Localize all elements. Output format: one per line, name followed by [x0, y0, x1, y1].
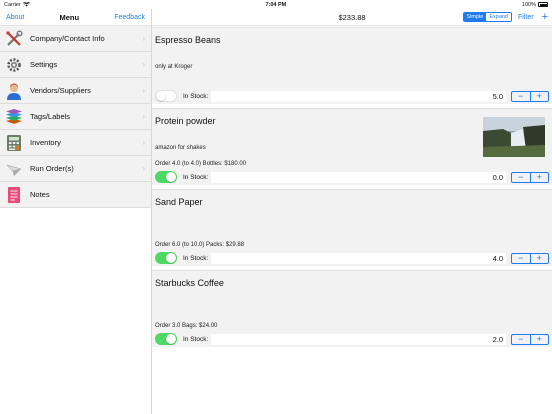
stock-input[interactable]: 5.0 — [211, 90, 506, 102]
menu-item-notes[interactable]: Notes — [0, 182, 151, 208]
chevron-right-icon: › — [142, 34, 145, 43]
stock-stepper: − + — [511, 252, 549, 264]
decrement-button[interactable]: − — [512, 172, 531, 182]
menu-item-run-orders[interactable]: Run Order(s) › — [0, 156, 151, 182]
chevron-right-icon: › — [142, 86, 145, 95]
calculator-icon — [4, 133, 24, 153]
menu-item-company-contact-info[interactable]: Company/Contact Info › — [0, 26, 151, 52]
item-name: Espresso Beans — [155, 35, 221, 45]
menu-item-tags-labels[interactable]: Tags/Labels › — [0, 104, 151, 130]
stock-label: In Stock: — [183, 254, 209, 262]
menu-item-vendors-suppliers[interactable]: Vendors/Suppliers › — [0, 78, 151, 104]
layers-icon — [4, 107, 24, 127]
order-summary: Order 4.0 (to 4.0) Bottles: $180.00 — [155, 161, 247, 167]
menu-item-label: Settings — [30, 60, 58, 69]
stock-row: In Stock: 2.0 − + — [155, 332, 549, 346]
item-name: Protein powder — [155, 116, 216, 126]
main-nav-bar: $233.88 Simple Expand Filter + — [152, 9, 552, 26]
menu-item-settings[interactable]: Settings › — [0, 52, 151, 78]
wifi-icon — [22, 2, 30, 7]
stock-row: In Stock: 5.0 − + — [155, 89, 549, 103]
item-note: only at Kroger — [155, 64, 193, 70]
chevron-right-icon: › — [142, 164, 145, 173]
item-card[interactable]: Sand Paper Order 6.0 (to 10.0) Packs: $2… — [152, 189, 552, 266]
increment-button[interactable]: + — [531, 334, 549, 344]
item-name: Sand Paper — [155, 197, 203, 207]
filter-button[interactable]: Filter — [518, 14, 534, 21]
main-panel: $233.88 Simple Expand Filter + Espresso … — [152, 9, 552, 414]
decrement-button[interactable]: − — [512, 253, 531, 263]
sidebar: About Menu Feedback Company/Contact Info… — [0, 9, 152, 414]
menu-item-label: Run Order(s) — [30, 164, 74, 173]
item-card[interactable]: Protein powder amazon for shakes Order 4… — [152, 108, 552, 185]
track-stock-toggle[interactable] — [155, 90, 177, 102]
about-button[interactable]: About — [6, 14, 24, 21]
notepad-icon — [4, 185, 24, 205]
track-stock-toggle[interactable] — [155, 171, 177, 183]
stock-input[interactable]: 4.0 — [211, 252, 506, 264]
chevron-right-icon: › — [142, 138, 145, 147]
tools-icon — [4, 29, 24, 49]
stock-stepper: − + — [511, 333, 549, 345]
track-stock-toggle[interactable] — [155, 252, 177, 264]
increment-button[interactable]: + — [531, 172, 549, 182]
stock-stepper: − + — [511, 171, 549, 183]
battery-icon — [538, 2, 548, 7]
menu-item-label: Notes — [30, 190, 50, 199]
battery-percent: 100% — [521, 1, 536, 8]
order-summary: Order 6.0 (to 10.0) Packs: $29.88 — [155, 242, 245, 248]
gear-icon — [4, 55, 24, 75]
track-stock-toggle[interactable] — [155, 333, 177, 345]
menu-item-label: Tags/Labels — [30, 112, 71, 121]
send-icon — [4, 159, 24, 179]
item-note: amazon for shakes — [155, 145, 206, 151]
view-mode-segmented-control: Simple Expand — [462, 12, 512, 22]
product-photo — [483, 117, 545, 157]
menu-item-label: Company/Contact Info — [30, 34, 105, 43]
order-summary: Order 3.0 Bags: $24.00 — [155, 323, 218, 329]
person-icon — [4, 81, 24, 101]
menu-item-label: Vendors/Suppliers — [30, 86, 91, 95]
decrement-button[interactable]: − — [512, 334, 531, 344]
status-bar: Carrier 7:04 PM 100% — [0, 0, 552, 9]
chevron-right-icon: › — [142, 60, 145, 69]
stock-label: In Stock: — [183, 335, 209, 343]
expand-view-button[interactable]: Expand — [486, 13, 511, 21]
simple-view-button[interactable]: Simple — [463, 13, 487, 21]
item-card[interactable]: Espresso Beans only at Kroger In Stock: … — [152, 27, 552, 104]
increment-button[interactable]: + — [531, 91, 549, 101]
decrement-button[interactable]: − — [512, 91, 531, 101]
clock: 7:04 PM — [265, 1, 287, 8]
menu-item-inventory[interactable]: Inventory › — [0, 130, 151, 156]
increment-button[interactable]: + — [531, 253, 549, 263]
item-card[interactable]: Starbucks Coffee Order 3.0 Bags: $24.00 … — [152, 270, 552, 347]
menu-item-label: Inventory — [30, 138, 61, 147]
chevron-right-icon: › — [142, 112, 145, 121]
stock-row: In Stock: 4.0 − + — [155, 251, 549, 265]
stock-label: In Stock: — [183, 92, 209, 100]
stock-label: In Stock: — [183, 173, 209, 181]
item-name: Starbucks Coffee — [155, 278, 224, 288]
stock-input[interactable]: 0.0 — [211, 171, 506, 183]
feedback-button[interactable]: Feedback — [114, 14, 145, 21]
sidebar-title: Menu — [59, 12, 80, 22]
sidebar-nav-bar: About Menu Feedback — [0, 9, 151, 26]
add-item-button[interactable]: + — [542, 11, 548, 23]
stock-input[interactable]: 2.0 — [211, 333, 506, 345]
stock-row: In Stock: 0.0 − + — [155, 170, 549, 184]
stock-stepper: − + — [511, 90, 549, 102]
carrier-label: Carrier — [4, 1, 21, 8]
